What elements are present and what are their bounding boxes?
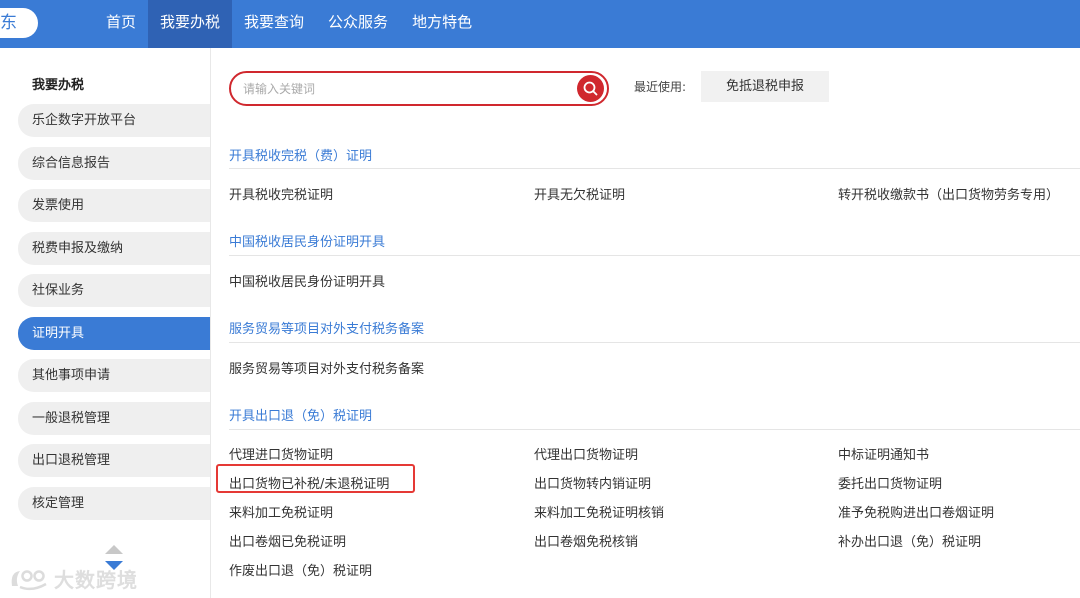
sidebar-item-info-report[interactable]: 综合信息报告 xyxy=(18,147,210,180)
search-icon xyxy=(583,81,598,96)
link-export-tax-paid-cert[interactable]: 出口货物已补税/未退税证明 xyxy=(229,473,389,492)
link-export-cigarette-purchase-cert[interactable]: 准予免税购进出口卷烟证明 xyxy=(838,502,994,521)
link-service-trade-filing[interactable]: 服务贸易等项目对外支付税务备案 xyxy=(229,358,424,377)
site-logo[interactable]: 东 xyxy=(0,8,38,38)
logo-text: 东 xyxy=(0,13,17,33)
link-no-arrears-cert[interactable]: 开具无欠税证明 xyxy=(534,184,625,203)
search-box xyxy=(229,71,609,106)
section-divider xyxy=(229,342,1080,343)
sidebar-item-open-platform[interactable]: 乐企数字开放平台 xyxy=(18,104,210,137)
recent-used-label: 最近使用: xyxy=(634,80,687,94)
link-tax-payment-cert[interactable]: 开具税收完税证明 xyxy=(229,184,333,203)
main-nav: 首页 我要办税 我要查询 公众服务 地方特色 xyxy=(94,0,484,48)
sidebar-title: 我要办税 xyxy=(32,78,85,93)
section-title-tax-payment-cert: 开具税收完税（费）证明 xyxy=(229,149,373,164)
section-divider xyxy=(229,429,1080,430)
search-button[interactable] xyxy=(577,75,604,102)
scroll-up-icon[interactable] xyxy=(105,545,123,554)
section-divider xyxy=(229,255,1080,256)
section-title-export-refund-cert: 开具出口退（免）税证明 xyxy=(229,409,373,424)
sidebar-item-invoice[interactable]: 发票使用 xyxy=(18,189,210,222)
sidebar-item-social-security[interactable]: 社保业务 xyxy=(18,274,210,307)
link-agent-import-goods-cert[interactable]: 代理进口货物证明 xyxy=(229,444,333,463)
watermark-logo-icon xyxy=(11,569,47,590)
search-input[interactable] xyxy=(243,79,563,99)
link-entrusted-export-cert[interactable]: 委托出口货物证明 xyxy=(838,473,942,492)
link-export-to-domestic-cert[interactable]: 出口货物转内销证明 xyxy=(534,473,651,492)
recent-item-button[interactable]: 免抵退税申报 xyxy=(701,71,829,102)
nav-item-local-features[interactable]: 地方特色 xyxy=(400,0,484,48)
watermark-text: 大数跨境 xyxy=(54,568,138,592)
link-export-cigarette-writeoff[interactable]: 出口卷烟免税核销 xyxy=(534,531,638,550)
sidebar-item-export-refund[interactable]: 出口退税管理 xyxy=(18,444,210,477)
link-processing-exempt-writeoff[interactable]: 来料加工免税证明核销 xyxy=(534,502,664,521)
link-tax-resident-cert[interactable]: 中国税收居民身份证明开具 xyxy=(229,271,385,290)
top-nav-bar: 东 首页 我要办税 我要查询 公众服务 地方特色 xyxy=(0,0,1080,48)
link-bid-winning-notice[interactable]: 中标证明通知书 xyxy=(838,444,929,463)
sidebar-item-certificates[interactable]: 证明开具 xyxy=(18,317,210,350)
section-divider xyxy=(229,168,1080,169)
sidebar-item-declaration[interactable]: 税费申报及缴纳 xyxy=(18,232,210,265)
link-agent-export-goods-cert[interactable]: 代理出口货物证明 xyxy=(534,444,638,463)
section-title-service-trade-filing: 服务贸易等项目对外支付税务备案 xyxy=(229,322,425,337)
link-processing-exempt-cert[interactable]: 来料加工免税证明 xyxy=(229,502,333,521)
link-reissue-refund-cert[interactable]: 补办出口退（免）税证明 xyxy=(838,531,981,550)
nav-item-public-service[interactable]: 公众服务 xyxy=(316,0,400,48)
link-void-refund-cert[interactable]: 作废出口退（免）税证明 xyxy=(229,560,372,579)
watermark: 大数跨境 xyxy=(8,564,138,593)
sidebar-item-assessment[interactable]: 核定管理 xyxy=(18,487,210,520)
nav-item-home[interactable]: 首页 xyxy=(94,0,148,48)
sidebar-item-other-requests[interactable]: 其他事项申请 xyxy=(18,359,210,392)
link-export-cigarette-exempt-cert[interactable]: 出口卷烟已免税证明 xyxy=(229,531,346,550)
link-transfer-payment-book[interactable]: 转开税收缴款书（出口货物劳务专用） xyxy=(838,184,1059,203)
section-title-tax-resident-cert: 中国税收居民身份证明开具 xyxy=(229,235,386,250)
nav-item-query[interactable]: 我要查询 xyxy=(232,0,316,48)
sidebar-item-general-refund[interactable]: 一般退税管理 xyxy=(18,402,210,435)
nav-item-tax-handling[interactable]: 我要办税 xyxy=(148,0,233,48)
